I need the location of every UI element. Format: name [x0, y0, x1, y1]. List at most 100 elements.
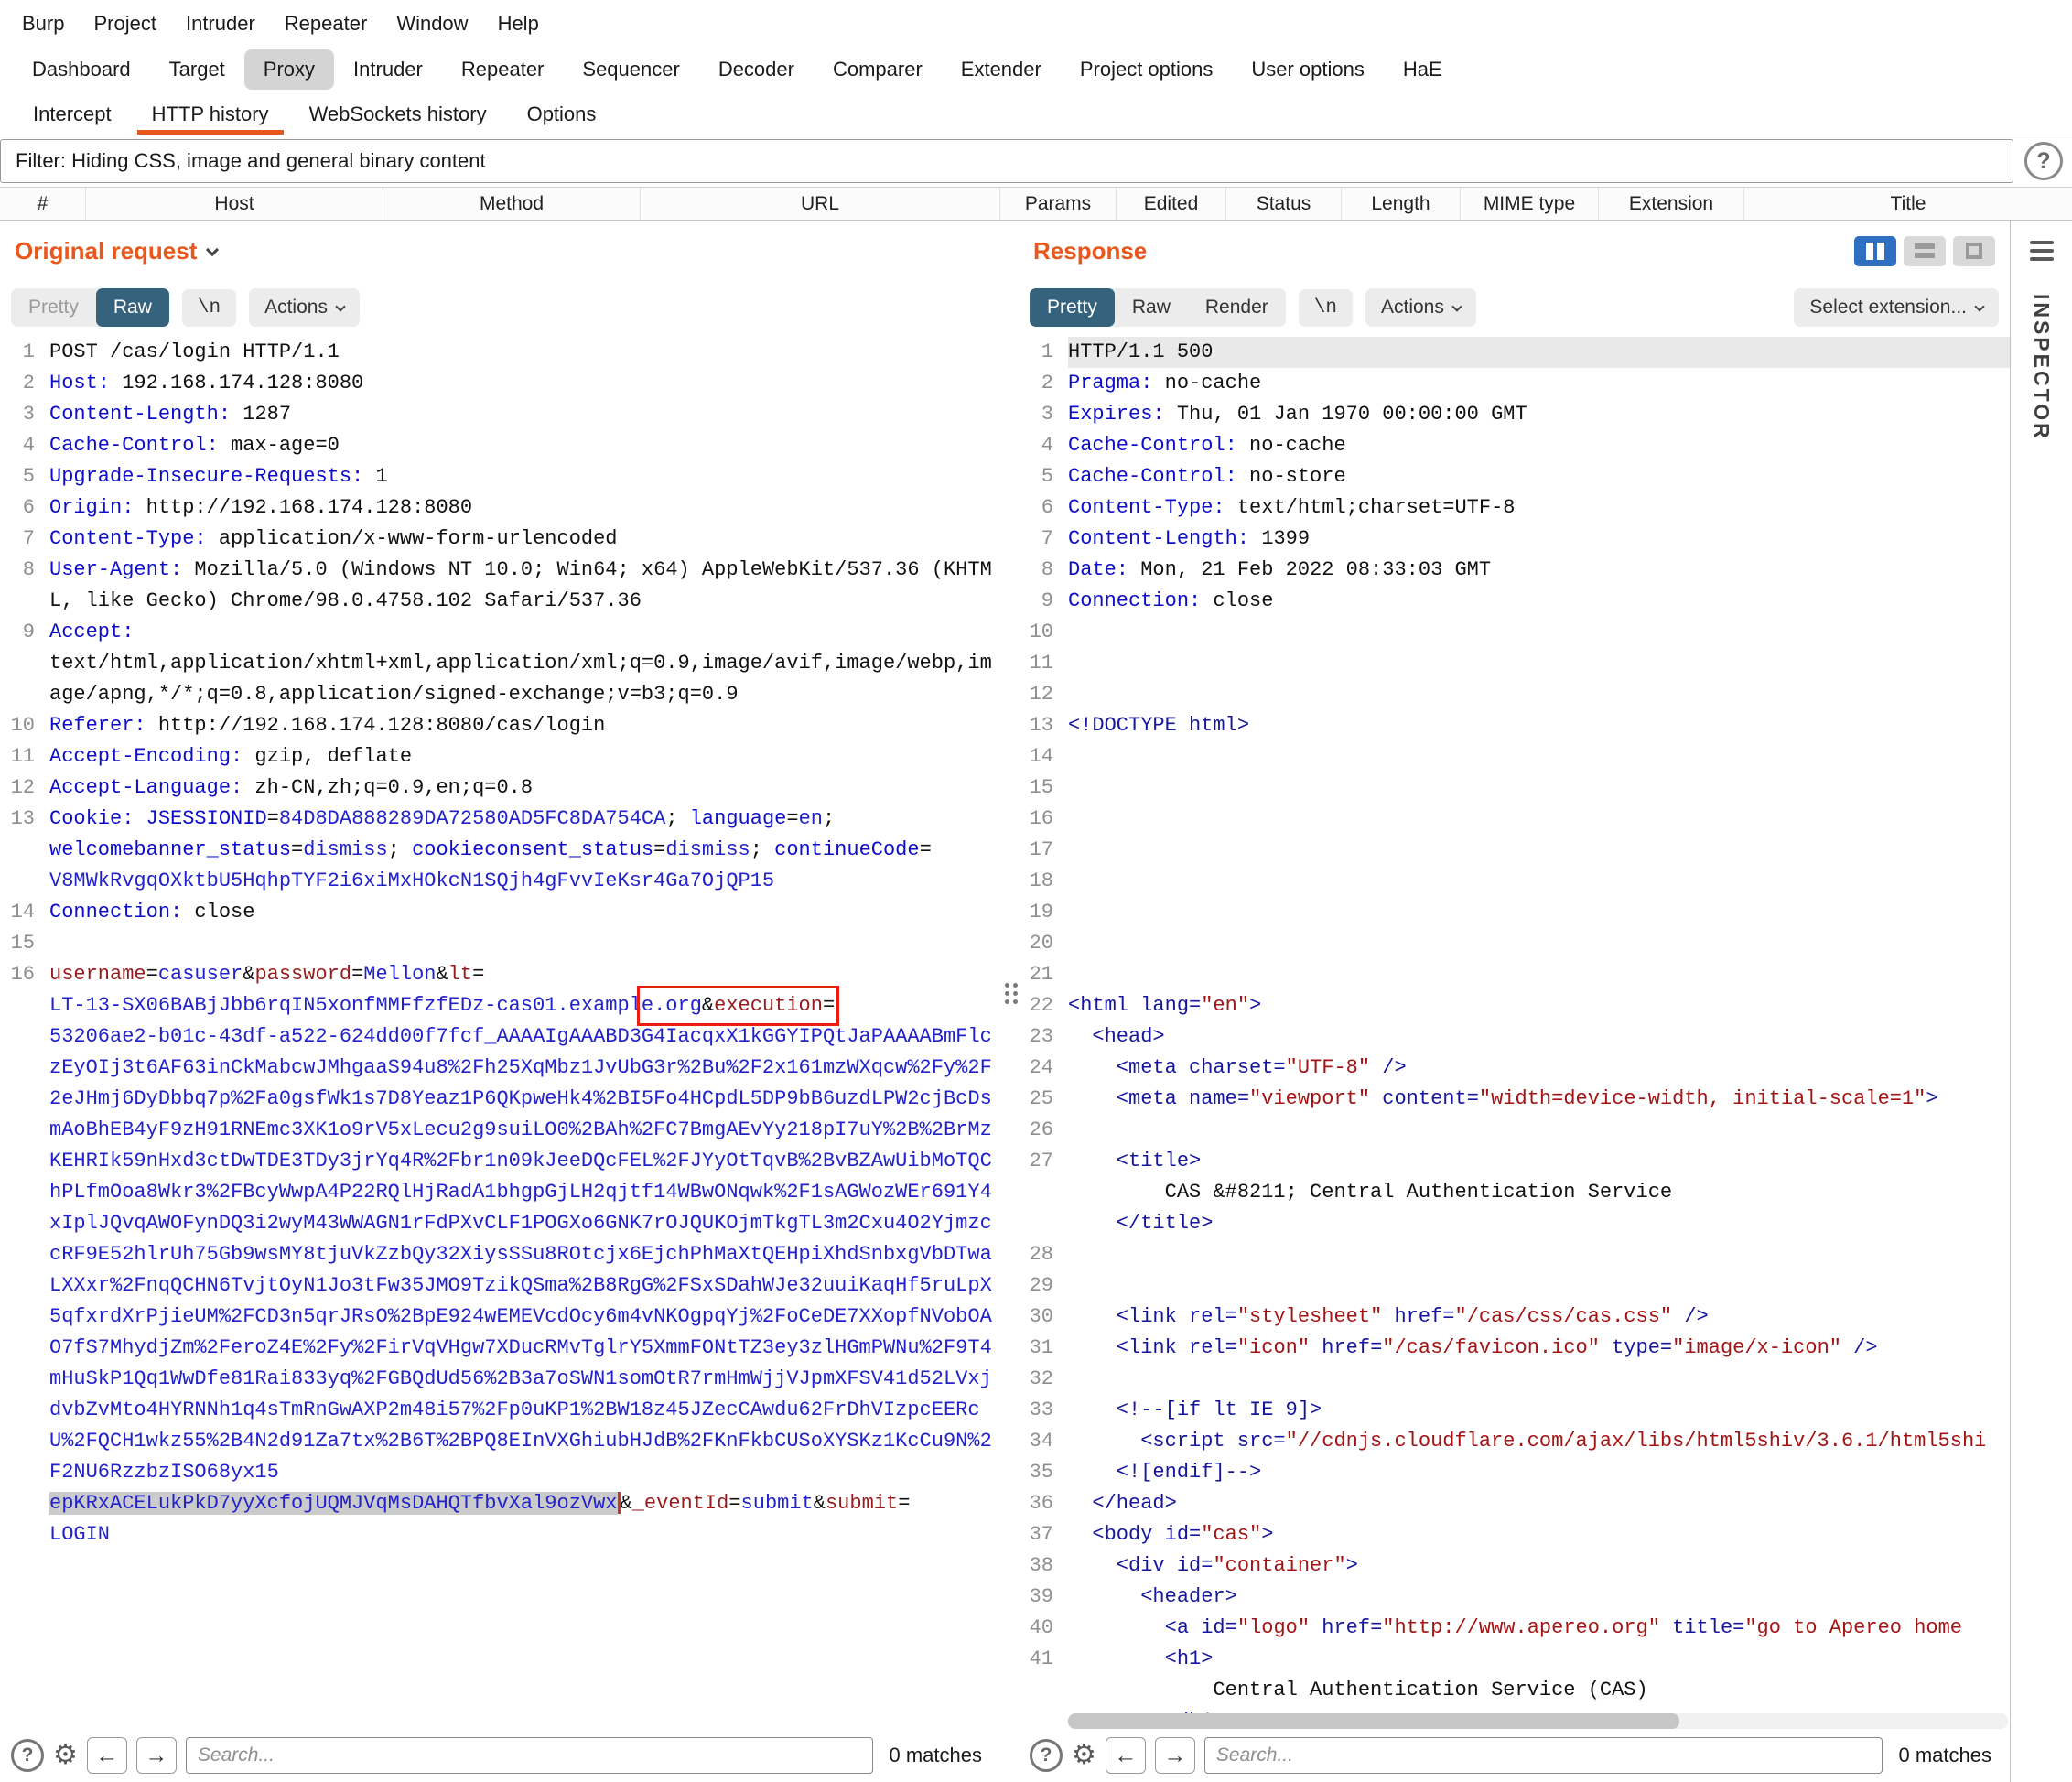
- line-content[interactable]: [1068, 741, 2010, 772]
- code-line[interactable]: 9Accept: text/html,application/xhtml+xml…: [0, 617, 1000, 710]
- line-content[interactable]: [1068, 617, 2010, 648]
- tab-user-options[interactable]: User options: [1232, 49, 1384, 90]
- line-content[interactable]: [1068, 897, 2010, 928]
- splitter-drag-handle[interactable]: [1005, 983, 1018, 1004]
- code-line[interactable]: 13Cookie: JSESSIONID=84D8DA888289DA72580…: [0, 804, 1000, 897]
- line-content[interactable]: Origin: http://192.168.174.128:8080: [49, 492, 1000, 524]
- response-show-newlines-button[interactable]: \n: [1299, 289, 1353, 327]
- code-line[interactable]: 5Upgrade-Insecure-Requests: 1: [0, 461, 1000, 492]
- code-line[interactable]: 7Content-Length: 1399: [1019, 524, 2010, 555]
- line-content[interactable]: [1068, 1115, 2010, 1146]
- search-help-icon[interactable]: ?: [1030, 1739, 1063, 1772]
- line-content[interactable]: Accept-Encoding: gzip, deflate: [49, 741, 1000, 772]
- line-content[interactable]: <link rel="stylesheet" href="/cas/css/ca…: [1068, 1301, 2010, 1333]
- line-content[interactable]: <div id="container">: [1068, 1550, 2010, 1582]
- code-line[interactable]: 29: [1019, 1270, 2010, 1301]
- code-line[interactable]: 38 <div id="container">: [1019, 1550, 2010, 1582]
- tab-decoder[interactable]: Decoder: [699, 49, 814, 90]
- request-actions-button[interactable]: Actions: [249, 288, 360, 327]
- code-line[interactable]: 24 <meta charset="UTF-8" />: [1019, 1053, 2010, 1084]
- tab-http-history[interactable]: HTTP history: [132, 92, 289, 135]
- horizontal-scrollbar[interactable]: [1068, 1713, 2008, 1729]
- response-tab-render[interactable]: Render: [1188, 288, 1286, 327]
- line-content[interactable]: Host: 192.168.174.128:8080: [49, 368, 1000, 399]
- line-content[interactable]: [1068, 1239, 2010, 1270]
- request-tab-pretty[interactable]: Pretty: [11, 288, 96, 327]
- column-header-method[interactable]: Method: [383, 188, 641, 220]
- tab-hae[interactable]: HaE: [1384, 49, 1462, 90]
- code-line[interactable]: 19: [1019, 897, 2010, 928]
- code-line[interactable]: 4Cache-Control: max-age=0: [0, 430, 1000, 461]
- line-content[interactable]: Cache-Control: no-cache: [1068, 430, 2010, 461]
- code-line[interactable]: 14Connection: close: [0, 897, 1000, 928]
- line-content[interactable]: [1068, 1364, 2010, 1395]
- next-match-button[interactable]: →: [1155, 1737, 1195, 1774]
- code-line[interactable]: 33 <!--[if lt IE 9]>: [1019, 1395, 2010, 1426]
- tab-extender[interactable]: Extender: [942, 49, 1061, 90]
- single-pane-layout-button[interactable]: [1953, 236, 1995, 266]
- code-line[interactable]: 8Date: Mon, 21 Feb 2022 08:33:03 GMT: [1019, 555, 2010, 586]
- column-header-url[interactable]: URL: [641, 188, 1000, 220]
- code-line[interactable]: 37 <body id="cas">: [1019, 1519, 2010, 1550]
- inspector-collapse-icon[interactable]: [2030, 241, 2054, 261]
- line-content[interactable]: Content-Length: 1287: [49, 399, 1000, 430]
- code-line[interactable]: 2Host: 192.168.174.128:8080: [0, 368, 1000, 399]
- column-header-title[interactable]: Title: [1744, 188, 2072, 220]
- request-show-newlines-button[interactable]: \n: [182, 289, 236, 327]
- search-settings-gear-icon[interactable]: ⚙: [1072, 1742, 1096, 1769]
- request-search-input[interactable]: [186, 1737, 873, 1774]
- code-line[interactable]: 2Pragma: no-cache: [1019, 368, 2010, 399]
- code-line[interactable]: 12: [1019, 679, 2010, 710]
- tab-websockets-history[interactable]: WebSockets history: [289, 92, 507, 135]
- code-line[interactable]: 9Connection: close: [1019, 586, 2010, 617]
- tab-target[interactable]: Target: [150, 49, 244, 90]
- line-content[interactable]: </head>: [1068, 1488, 2010, 1519]
- code-line[interactable]: 31 <link rel="icon" href="/cas/favicon.i…: [1019, 1333, 2010, 1364]
- code-line[interactable]: 25 <meta name="viewport" content="width=…: [1019, 1084, 2010, 1115]
- code-line[interactable]: 39 <header>: [1019, 1582, 2010, 1613]
- code-line[interactable]: 3Expires: Thu, 01 Jan 1970 00:00:00 GMT: [1019, 399, 2010, 430]
- code-line[interactable]: 35 <![endif]-->: [1019, 1457, 2010, 1488]
- code-line[interactable]: 26: [1019, 1115, 2010, 1146]
- code-line[interactable]: 28: [1019, 1239, 2010, 1270]
- column-header-params[interactable]: Params: [1000, 188, 1117, 220]
- code-line[interactable]: 16username=casuser&password=Mellon&lt= L…: [0, 959, 1000, 1550]
- code-line[interactable]: 1POST /cas/login HTTP/1.1: [0, 337, 1000, 368]
- code-line[interactable]: 10: [1019, 617, 2010, 648]
- menu-window[interactable]: Window: [382, 5, 482, 43]
- inspector-sidebar[interactable]: INSPECTOR: [2010, 221, 2072, 1782]
- code-line[interactable]: 8User-Agent: Mozilla/5.0 (Windows NT 10.…: [0, 555, 1000, 617]
- code-line[interactable]: 4Cache-Control: no-cache: [1019, 430, 2010, 461]
- line-content[interactable]: Content-Type: application/x-www-form-url…: [49, 524, 1000, 555]
- code-line[interactable]: 18: [1019, 866, 2010, 897]
- column-header-length[interactable]: Length: [1342, 188, 1461, 220]
- code-line[interactable]: 6Origin: http://192.168.174.128:8080: [0, 492, 1000, 524]
- tab-sequencer[interactable]: Sequencer: [563, 49, 698, 90]
- menu-intruder[interactable]: Intruder: [171, 5, 270, 43]
- code-line[interactable]: 21: [1019, 959, 2010, 990]
- column-header-index[interactable]: #: [0, 188, 86, 220]
- tab-dashboard[interactable]: Dashboard: [13, 49, 150, 90]
- split-horizontal-layout-button[interactable]: [1904, 236, 1946, 266]
- code-line[interactable]: 15: [1019, 772, 2010, 804]
- tab-proxy[interactable]: Proxy: [244, 49, 334, 90]
- response-editor[interactable]: 1HTTP/1.1 5002Pragma: no-cache3Expires: …: [1019, 334, 2010, 1729]
- line-content[interactable]: Upgrade-Insecure-Requests: 1: [49, 461, 1000, 492]
- code-line[interactable]: 34 <script src="//cdnjs.cloudflare.com/a…: [1019, 1426, 2010, 1457]
- line-content[interactable]: [1068, 866, 2010, 897]
- tab-comparer[interactable]: Comparer: [814, 49, 942, 90]
- line-content[interactable]: [49, 928, 1000, 959]
- request-panel-title[interactable]: Original request: [15, 237, 197, 265]
- inspector-label[interactable]: INSPECTOR: [2029, 294, 2054, 441]
- line-content[interactable]: [1068, 835, 2010, 866]
- line-content[interactable]: <title> CAS &#8211; Central Authenticati…: [1068, 1146, 2010, 1239]
- line-content[interactable]: Content-Type: text/html;charset=UTF-8: [1068, 492, 2010, 524]
- menu-repeater[interactable]: Repeater: [270, 5, 383, 43]
- code-line[interactable]: 36 </head>: [1019, 1488, 2010, 1519]
- previous-match-button[interactable]: ←: [87, 1737, 127, 1774]
- line-content[interactable]: <link rel="icon" href="/cas/favicon.ico"…: [1068, 1333, 2010, 1364]
- code-line[interactable]: 27 <title> CAS &#8211; Central Authentic…: [1019, 1146, 2010, 1239]
- line-content[interactable]: [1068, 928, 2010, 959]
- line-content[interactable]: <meta charset="UTF-8" />: [1068, 1053, 2010, 1084]
- search-settings-gear-icon[interactable]: ⚙: [53, 1742, 78, 1769]
